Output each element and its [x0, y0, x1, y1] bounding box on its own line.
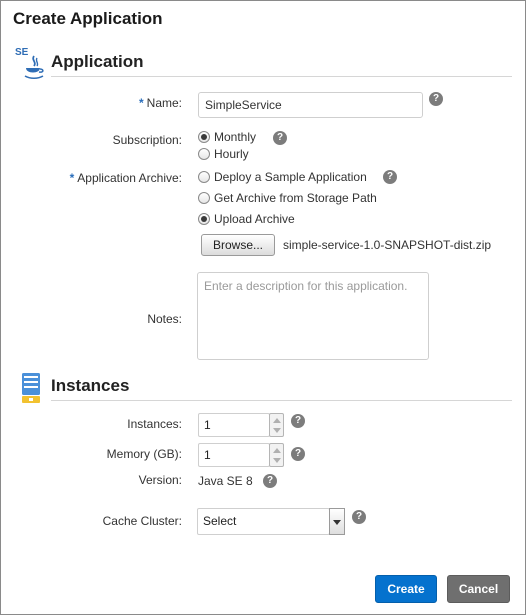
chevron-down-icon[interactable] — [273, 428, 281, 433]
create-button[interactable]: Create — [375, 575, 437, 603]
application-section-title: Application — [51, 52, 144, 71]
chevron-up-icon[interactable] — [273, 418, 281, 423]
dialog-title: Create Application — [13, 9, 163, 28]
required-indicator: * — [69, 171, 75, 185]
chevron-down-icon[interactable] — [273, 458, 281, 463]
help-icon[interactable]: ? — [352, 510, 366, 524]
required-indicator: * — [138, 96, 144, 110]
server-icon — [21, 372, 41, 404]
help-icon[interactable]: ? — [383, 170, 397, 184]
instances-input[interactable]: 1 — [198, 413, 270, 437]
archive-sample-label[interactable]: Deploy a Sample Application — [214, 170, 367, 184]
version-value: Java SE 8 — [198, 474, 253, 488]
help-icon[interactable]: ? — [291, 447, 305, 461]
cache-cluster-select[interactable]: Select — [197, 508, 330, 535]
selected-file-name: simple-service-1.0-SNAPSHOT-dist.zip — [283, 238, 492, 252]
subscription-monthly-label[interactable]: Monthly — [214, 130, 256, 144]
archive-sample-radio[interactable] — [198, 171, 210, 183]
memory-stepper[interactable] — [269, 443, 284, 467]
memory-label: Memory (GB): — [106, 447, 182, 461]
subscription-label: Subscription: — [112, 133, 182, 147]
subscription-hourly-radio[interactable] — [198, 148, 210, 160]
cache-cluster-dropdown-toggle[interactable] — [329, 508, 345, 535]
help-icon[interactable]: ? — [429, 92, 443, 106]
cache-cluster-label: Cache Cluster: — [102, 514, 182, 528]
subscription-hourly-label[interactable]: Hourly — [214, 147, 249, 161]
memory-input[interactable]: 1 — [198, 443, 270, 467]
archive-upload-label[interactable]: Upload Archive — [214, 212, 295, 226]
chevron-up-icon[interactable] — [273, 448, 281, 453]
browse-button[interactable]: Browse... — [201, 234, 275, 256]
application-archive-label-text: Application Archive: — [77, 171, 182, 185]
archive-storage-label[interactable]: Get Archive from Storage Path — [214, 191, 377, 205]
caret-down-icon[interactable] — [333, 520, 341, 525]
subscription-monthly-radio[interactable] — [198, 131, 210, 143]
instances-label: Instances: — [127, 417, 182, 431]
cancel-button[interactable]: Cancel — [447, 575, 510, 603]
instances-stepper[interactable] — [269, 413, 284, 437]
notes-label: Notes: — [147, 312, 182, 326]
name-label-text: Name: — [146, 96, 182, 110]
version-label: Version: — [138, 473, 182, 487]
name-label: * Name: — [61, 96, 182, 110]
section-divider — [51, 400, 512, 401]
help-icon[interactable]: ? — [273, 131, 287, 145]
instances-section-title: Instances — [51, 376, 130, 395]
help-icon[interactable]: ? — [291, 414, 305, 428]
create-application-dialog: Create Application SE Application * Name:… — [0, 0, 526, 615]
archive-storage-radio[interactable] — [198, 192, 210, 204]
java-se-icon: SE — [15, 47, 47, 83]
help-icon[interactable]: ? — [263, 474, 277, 488]
section-divider — [51, 76, 512, 77]
archive-upload-radio[interactable] — [198, 213, 210, 225]
application-archive-label: * Application Archive: — [41, 171, 182, 185]
name-input[interactable]: SimpleService — [198, 92, 423, 118]
notes-textarea[interactable]: Enter a description for this application… — [197, 272, 429, 360]
